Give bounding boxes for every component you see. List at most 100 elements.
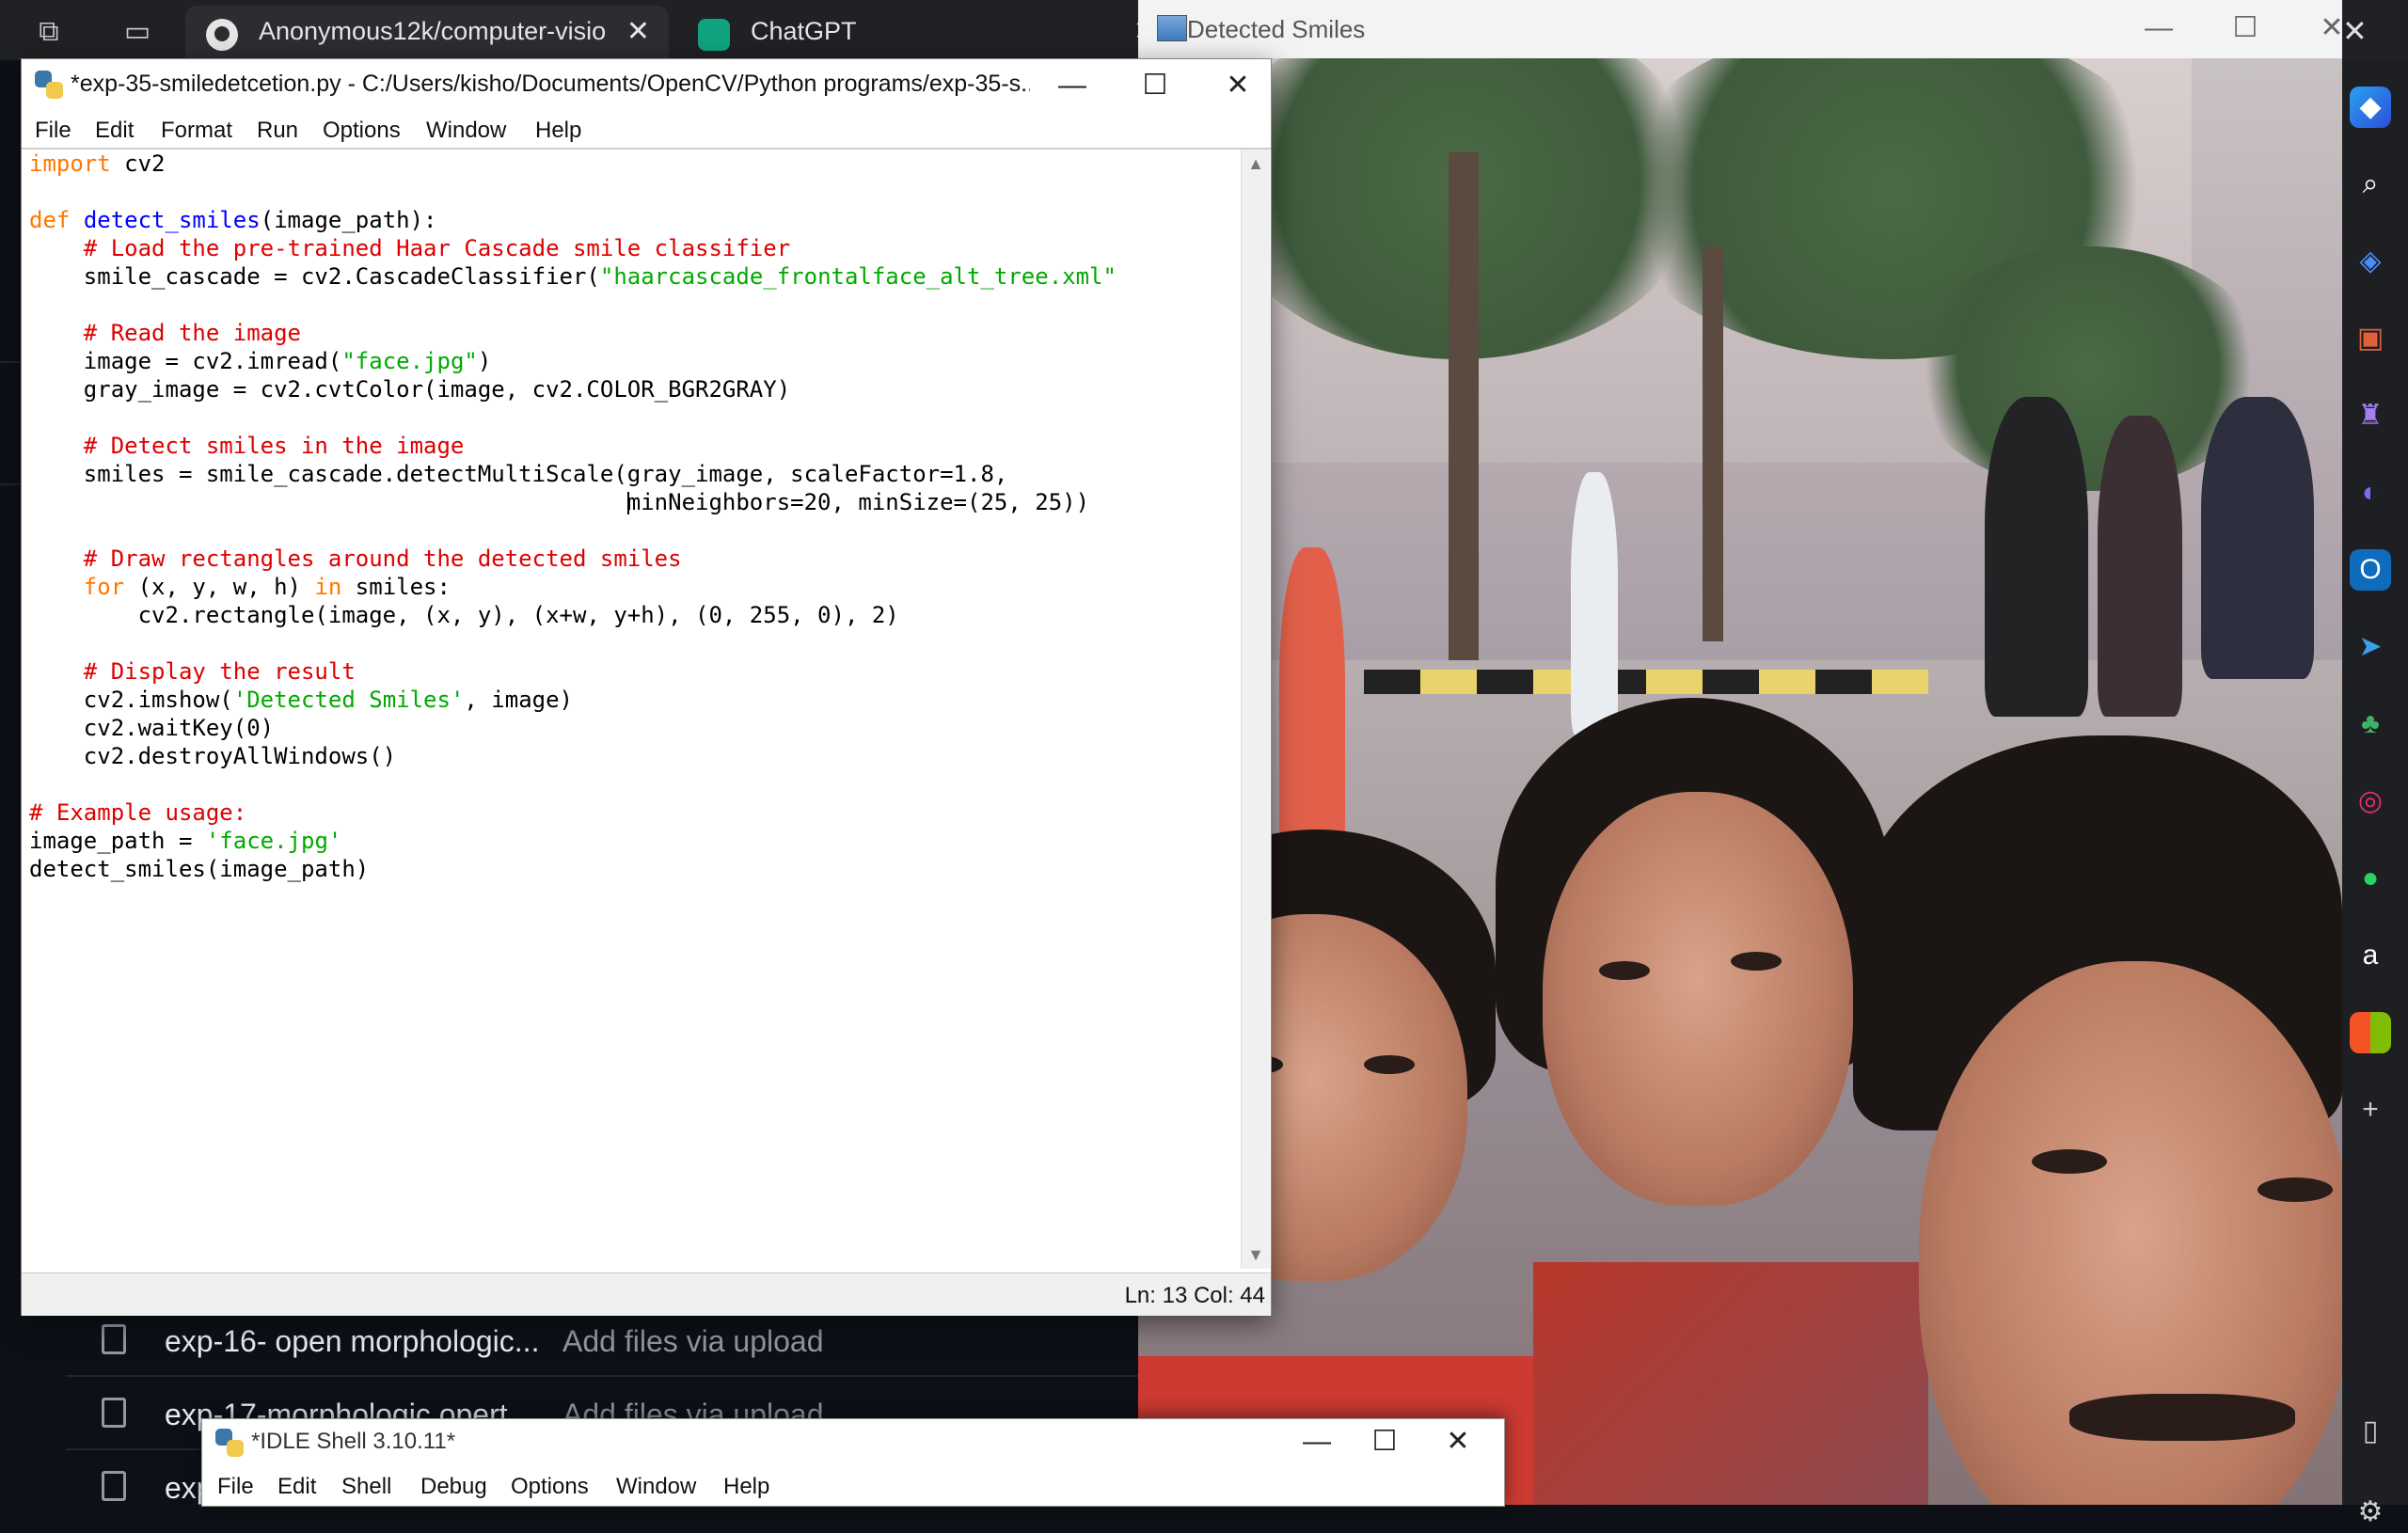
code-line: # Detect smiles in the image [83, 433, 465, 459]
tree-icon[interactable]: ♣ [2350, 703, 2391, 745]
code-line: def detect_smiles(image_path): [29, 207, 437, 233]
photo-eye [1599, 961, 1650, 980]
menu-options[interactable]: Options [511, 1474, 589, 1500]
menu-window[interactable]: Window [616, 1474, 696, 1500]
photo-eye [1731, 952, 1782, 971]
instagram-icon[interactable]: ◎ [2350, 781, 2391, 822]
menu-shell[interactable]: Shell [341, 1474, 391, 1500]
photo-face [1543, 792, 1853, 1206]
send-icon[interactable]: ➤ [2350, 626, 2391, 668]
menu-edit[interactable]: Edit [95, 118, 134, 144]
minimize-button[interactable]: — [1039, 65, 1105, 106]
search-icon[interactable]: ⌕ [2350, 164, 2391, 205]
photo-mustache [2069, 1394, 2295, 1441]
menu-debug[interactable]: Debug [420, 1474, 487, 1500]
menu-help[interactable]: Help [535, 118, 581, 144]
minimize-button[interactable]: — [2126, 8, 2192, 49]
code-line: smile_cascade = cv2.CascadeClassifier("h… [83, 263, 1117, 290]
tab-close-icon[interactable]: ✕ [626, 15, 650, 48]
menu-format[interactable]: Format [161, 118, 232, 144]
code-editor[interactable]: import cv2 def detect_smiles(image_path)… [25, 150, 1239, 1269]
photo-background-person [2098, 416, 2182, 717]
tab-title: Anonymous12k/computer-vision [259, 17, 607, 45]
briefcase-icon[interactable]: ▣ [2350, 318, 2391, 359]
chatgpt-icon [698, 19, 730, 51]
editor-title: *exp-35-smiledetcetion.py - C:/Users/kis… [71, 71, 1030, 97]
shell-title: *IDLE Shell 3.10.11* [251, 1429, 456, 1454]
shell-title-bar[interactable]: *IDLE Shell 3.10.11* — ☐ ✕ [202, 1419, 1504, 1464]
window-title-bar[interactable]: Detected Smiles — ☐ ✕ [1138, 0, 2344, 58]
python-icon [35, 71, 63, 99]
code-line: # Display the result [83, 658, 356, 685]
tag-icon[interactable]: ◈ [2350, 241, 2391, 282]
menu-run[interactable]: Run [257, 118, 298, 144]
commit-message[interactable]: Add files via upload [562, 1324, 824, 1359]
maximize-button[interactable]: ☐ [1352, 1421, 1418, 1462]
chess-icon[interactable]: ♜ [2350, 395, 2391, 436]
code-line: cv2.destroyAllWindows() [83, 743, 397, 769]
menu-file[interactable]: File [217, 1474, 254, 1500]
file-icon [102, 1398, 126, 1428]
code-line: image_path = 'face.jpg' [29, 828, 342, 854]
copilot-icon[interactable]: ◆ [2350, 87, 2391, 128]
whatsapp-icon[interactable]: ● [2350, 858, 2391, 899]
close-button[interactable]: ✕ [1205, 65, 1271, 106]
menu-help[interactable]: Help [723, 1474, 769, 1500]
code-line: detect_smiles(image_path) [29, 856, 370, 882]
add-icon[interactable]: + [2350, 1089, 2391, 1130]
photo-curb [1364, 670, 1928, 694]
outlook-icon[interactable]: O [2350, 549, 2391, 591]
file-icon [102, 1324, 126, 1354]
file-icon [102, 1471, 126, 1501]
image-window-icon [1157, 15, 1187, 41]
editor-menu-bar: File Edit Format Run Options Window Help [22, 112, 1271, 150]
menu-options[interactable]: Options [323, 118, 401, 144]
amazon-icon[interactable]: a [2350, 935, 2391, 976]
minimize-button[interactable]: — [1284, 1421, 1350, 1462]
code-line: cv2.rectangle(image, (x, y), (x+w, y+h),… [137, 602, 899, 628]
copilot-design-icon[interactable]: ◐ [2350, 472, 2391, 514]
code-line: cv2.waitKey(0) [83, 715, 275, 741]
tab-actions: ⧉ ▭ [19, 9, 198, 53]
scroll-down-arrow-icon[interactable]: ▼ [1242, 1241, 1270, 1269]
tab-chatgpt[interactable]: ChatGPT ✕ [677, 6, 1157, 60]
tab-title: ChatGPT [751, 17, 857, 45]
idle-editor-window[interactable]: *exp-35-smiledetcetion.py - C:/Users/kis… [21, 58, 1272, 1316]
shell-menu-bar: File Edit Shell Debug Options Window Hel… [202, 1464, 1504, 1506]
github-icon [206, 19, 238, 51]
code-line: # Read the image [83, 320, 301, 346]
code-line: # Example usage: [29, 799, 247, 826]
menu-file[interactable]: File [35, 118, 71, 144]
editor-scrollbar[interactable]: ▲ ▼ [1241, 150, 1270, 1269]
workspaces-icon[interactable]: ⧉ [32, 15, 66, 49]
photo-background-person [2201, 397, 2314, 679]
file-name[interactable]: exp-16- open morphologic... [165, 1324, 539, 1359]
photo-trunk [1703, 246, 1723, 641]
edge-sidebar: ◆ ⌕ ◈ ▣ ♜ ◐ O ➤ ♣ ◎ ● a + ▯ ⚙ [2342, 60, 2408, 1527]
settings-icon[interactable]: ⚙ [2350, 1492, 2391, 1533]
vertical-tabs-icon[interactable]: ▭ [120, 15, 154, 49]
maximize-button[interactable]: ☐ [1122, 65, 1188, 106]
code-line: gray_image = cv2.cvtColor(image, cv2.COL… [83, 376, 791, 403]
scroll-up-arrow-icon[interactable]: ▲ [1242, 150, 1270, 178]
code-line: # Draw rectangles around the detected sm… [83, 545, 682, 572]
menu-edit[interactable]: Edit [277, 1474, 316, 1500]
close-button[interactable]: ✕ [2299, 8, 2365, 49]
code-line: for (x, y, w, h) in smiles: [83, 574, 451, 600]
close-button[interactable]: ✕ [1425, 1421, 1491, 1462]
photo-background-person [1571, 472, 1618, 735]
tab-github[interactable]: Anonymous12k/computer-vision ✕ [185, 6, 669, 60]
idle-shell-window[interactable]: *IDLE Shell 3.10.11* — ☐ ✕ File Edit She… [201, 1418, 1505, 1507]
editor-title-bar[interactable]: *exp-35-smiledetcetion.py - C:/Users/kis… [22, 59, 1271, 112]
microsoft-icon[interactable] [2350, 1012, 2391, 1053]
detected-smiles-window[interactable]: Detected Smiles — ☐ ✕ [1138, 0, 2344, 1505]
photo-background-person [1985, 397, 2088, 717]
photo-eye [1364, 1055, 1415, 1074]
maximize-button[interactable]: ☐ [2212, 8, 2278, 49]
menu-window[interactable]: Window [426, 118, 506, 144]
photo-eye [2032, 1149, 2107, 1174]
sidebar-toggle-icon[interactable]: ▯ [2350, 1411, 2391, 1452]
photo-eye [2258, 1177, 2333, 1202]
python-icon [215, 1429, 244, 1457]
code-line: cv2.imshow('Detected Smiles', image) [83, 687, 573, 713]
